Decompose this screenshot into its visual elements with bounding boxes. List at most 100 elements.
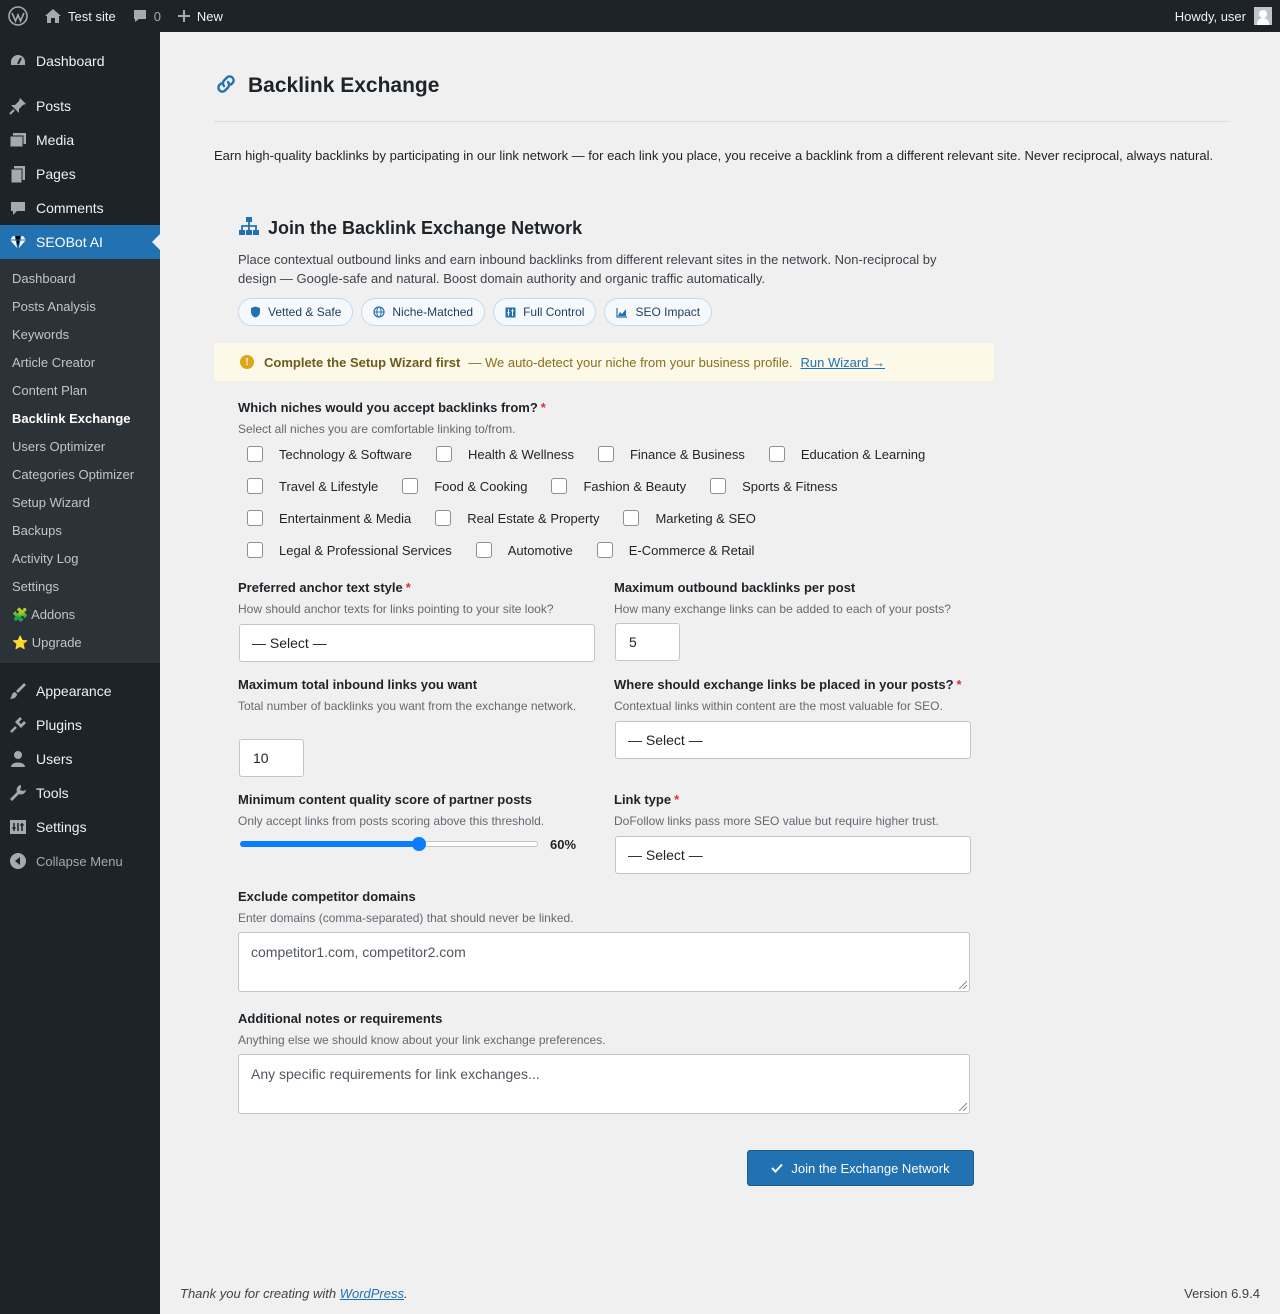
niche-technology-software[interactable]: Technology & Software	[238, 446, 412, 462]
submenu-item-setup-wizard[interactable]: Setup Wizard	[0, 489, 160, 517]
submenu-item-keywords[interactable]: Keywords	[0, 321, 160, 349]
submenu-item-content-plan[interactable]: Content Plan	[0, 377, 160, 405]
checkbox[interactable]	[710, 478, 727, 494]
resize-grip-icon[interactable]	[959, 1103, 967, 1111]
max-inbound-label: Maximum total inbound links you want	[238, 677, 478, 692]
sidebar-item-comments[interactable]: Comments	[0, 191, 160, 225]
join-exchange-button[interactable]: Join the Exchange Network	[747, 1150, 974, 1186]
submenu-item-categories-optimizer[interactable]: Categories Optimizer	[0, 461, 160, 489]
checkbox[interactable]	[551, 478, 568, 494]
niches-help: Select all niches you are comfortable li…	[238, 422, 516, 436]
sidebar-item-settings[interactable]: Settings	[0, 810, 160, 844]
wordpress-link[interactable]: WordPress	[340, 1286, 404, 1301]
sidebar-item-dashboard[interactable]: Dashboard	[0, 44, 160, 78]
checkbox[interactable]	[768, 446, 785, 462]
placement-label-text: Where should exchange links be placed in…	[614, 677, 954, 692]
quality-slider[interactable]	[240, 837, 538, 851]
anchor-style-select[interactable]: — Select —	[239, 624, 595, 662]
submenu-item-users-optimizer[interactable]: Users Optimizer	[0, 433, 160, 461]
plug-icon	[8, 715, 28, 735]
niche-food-cooking[interactable]: Food & Cooking	[396, 478, 527, 494]
sidebar-item-pages[interactable]: Pages	[0, 157, 160, 191]
max-outbound-input[interactable]: 5	[615, 623, 680, 661]
niche-travel-lifestyle[interactable]: Travel & Lifestyle	[238, 478, 378, 494]
chart-icon	[616, 307, 628, 318]
checkbox[interactable]	[435, 446, 452, 462]
niche-finance-business[interactable]: Finance & Business	[592, 446, 745, 462]
niche-sports-fitness[interactable]: Sports & Fitness	[704, 478, 837, 494]
sidebar-item-users[interactable]: Users	[0, 742, 160, 776]
submenu-item-dashboard[interactable]: Dashboard	[0, 265, 160, 293]
checkbox[interactable]	[247, 542, 263, 558]
submenu-item-settings[interactable]: Settings	[0, 573, 160, 601]
sidebar-item-tools[interactable]: Tools	[0, 776, 160, 810]
sidebar-item-label: Appearance	[36, 683, 112, 699]
checkbox[interactable]	[596, 542, 613, 558]
checkbox[interactable]	[402, 478, 419, 494]
warning-icon: !	[240, 355, 254, 369]
niche-entertainment-media[interactable]: Entertainment & Media	[238, 510, 411, 526]
run-wizard-link[interactable]: Run Wizard →	[801, 355, 886, 370]
wordpress-logo-icon[interactable]	[0, 0, 36, 32]
comment-icon	[132, 8, 148, 24]
submenu-item-article-creator[interactable]: Article Creator	[0, 349, 160, 377]
submenu-item-addons[interactable]: 🧩 Addons	[0, 601, 160, 629]
site-name-link[interactable]: Test site	[36, 0, 124, 32]
checkbox[interactable]	[623, 510, 640, 526]
sidebar-item-media[interactable]: Media	[0, 123, 160, 157]
niche-real-estate-property[interactable]: Real Estate & Property	[429, 510, 599, 526]
sidebar-item-label: Pages	[36, 166, 76, 182]
submenu-item-posts-analysis[interactable]: Posts Analysis	[0, 293, 160, 321]
niche-ecommerce-retail[interactable]: E-Commerce & Retail	[591, 542, 754, 558]
checkbox[interactable]	[247, 510, 263, 526]
my-account-link[interactable]: Howdy, user	[1167, 0, 1280, 32]
checkbox[interactable]	[597, 446, 614, 462]
card-title: Join the Backlink Exchange Network	[238, 216, 938, 241]
sidebar-item-posts[interactable]: Posts	[0, 89, 160, 123]
checkbox[interactable]	[435, 510, 452, 526]
anchor-style-label-text: Preferred anchor text style	[238, 580, 403, 595]
checkbox[interactable]	[247, 446, 263, 462]
niche-automotive[interactable]: Automotive	[470, 542, 573, 558]
page-title: Backlink Exchange	[248, 73, 440, 97]
home-icon	[44, 8, 62, 24]
sidebar-item-label: Users	[36, 751, 73, 767]
niche-health-wellness[interactable]: Health & Wellness	[430, 446, 574, 462]
diamond-icon	[8, 232, 28, 252]
submenu-item-backlink-exchange[interactable]: Backlink Exchange	[0, 405, 160, 433]
pill-niche-matched: Niche-Matched	[361, 298, 486, 326]
collapse-menu-button[interactable]: Collapse Menu	[0, 844, 160, 878]
sidebar-item-plugins[interactable]: Plugins	[0, 708, 160, 742]
exclude-domains-textarea[interactable]: competitor1.com, competitor2.com	[238, 932, 970, 992]
notes-label: Additional notes or requirements	[238, 1011, 443, 1026]
new-content-link[interactable]: New	[169, 0, 231, 32]
required-marker: *	[405, 580, 411, 595]
sidebar-item-label: Tools	[36, 785, 69, 801]
pin-icon	[8, 96, 28, 116]
placement-select[interactable]: — Select —	[615, 721, 971, 759]
niche-marketing-seo[interactable]: Marketing & SEO	[617, 510, 756, 526]
link-type-select[interactable]: — Select —	[615, 836, 971, 874]
submenu-item-upgrade[interactable]: ⭐ Upgrade	[0, 629, 160, 657]
niche-fashion-beauty[interactable]: Fashion & Beauty	[545, 478, 686, 494]
submenu-item-backups[interactable]: Backups	[0, 517, 160, 545]
niche-row: Legal & Professional Services Automotive…	[238, 542, 772, 558]
checkbox[interactable]	[475, 542, 492, 558]
resize-grip-icon[interactable]	[959, 981, 967, 989]
max-inbound-input[interactable]: 10	[239, 739, 304, 777]
notes-textarea[interactable]: Any specific requirements for link excha…	[238, 1054, 970, 1114]
submenu-item-activity-log[interactable]: Activity Log	[0, 545, 160, 573]
sidebar-item-appearance[interactable]: Appearance	[0, 674, 160, 708]
slider-thumb[interactable]	[412, 837, 426, 851]
quality-value: 60%	[550, 837, 577, 852]
comments-link[interactable]: 0	[124, 0, 169, 32]
pill-full-control: Full Control	[493, 298, 597, 326]
exclude-domains-help: Enter domains (comma-separated) that sho…	[238, 911, 574, 925]
avatar	[1254, 7, 1272, 25]
niche-legal-professional[interactable]: Legal & Professional Services	[238, 542, 452, 558]
sidebar-item-seobot-ai[interactable]: SEOBot AI	[0, 225, 160, 259]
card-title-text: Join the Backlink Exchange Network	[268, 218, 583, 238]
checkbox[interactable]	[247, 478, 263, 494]
niche-education-learning[interactable]: Education & Learning	[763, 446, 925, 462]
join-exchange-label: Join the Exchange Network	[791, 1160, 950, 1176]
